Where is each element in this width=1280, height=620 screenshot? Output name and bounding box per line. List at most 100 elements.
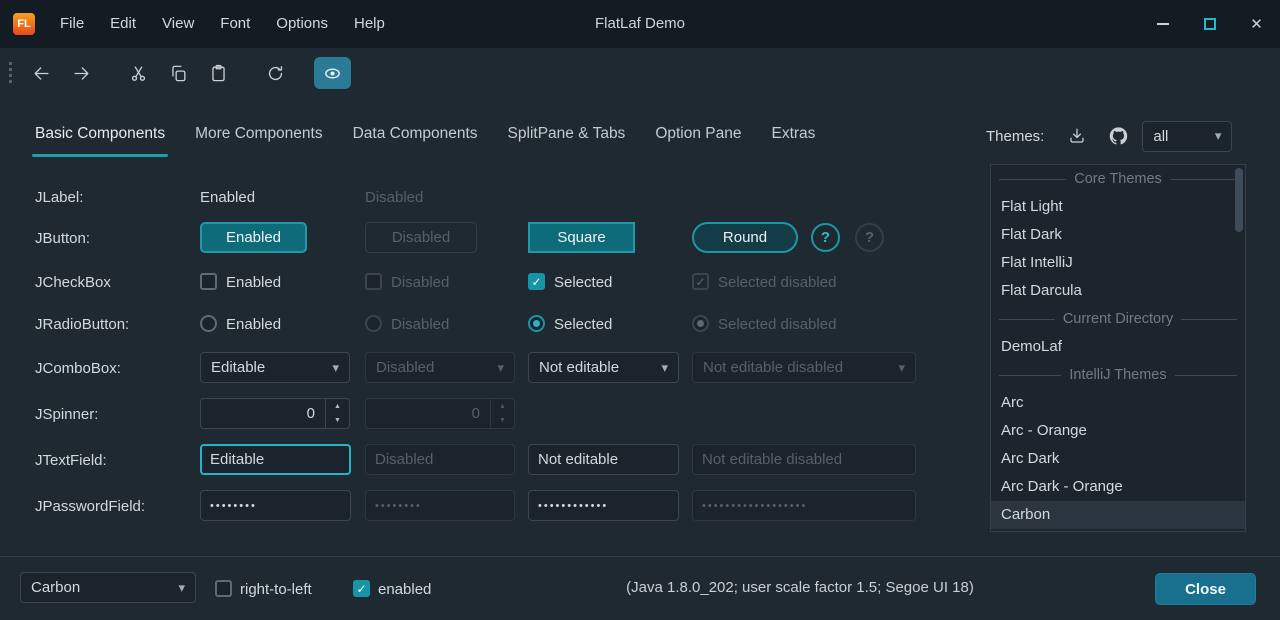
spinner-up-icon[interactable]: ▲ (326, 399, 349, 414)
menu-view[interactable]: View (149, 0, 207, 48)
spinner-value: 0 (366, 399, 490, 428)
theme-list-item[interactable]: DemoLaf (991, 333, 1245, 361)
download-icon (1068, 127, 1086, 145)
tab-splitpane-tabs[interactable]: SplitPane & Tabs (493, 112, 641, 160)
passwordfield-not-editable-disabled: •••••••••••••••••• (692, 490, 916, 521)
enabled-label[interactable]: enabled (378, 581, 431, 598)
combobox-not-editable[interactable]: Not editable ▾ (528, 352, 679, 383)
combobox-disabled: Disabled ▾ (365, 352, 515, 383)
right-to-left-checkbox[interactable] (215, 580, 232, 597)
password-dots: •••••••••••• (538, 500, 608, 512)
password-dots: •••••••• (210, 500, 257, 512)
theme-combobox[interactable]: Carbon ▾ (20, 572, 196, 603)
refresh-button[interactable] (257, 57, 294, 89)
theme-list-item[interactable]: Flat IntelliJ (991, 249, 1245, 277)
radio-selected-label[interactable]: Selected (554, 316, 612, 333)
passwordfield-disabled: •••••••• (365, 490, 515, 521)
checkbox-enabled[interactable] (200, 273, 217, 290)
jbutton-enabled[interactable]: Enabled (200, 222, 307, 253)
flatlaf-demo-window: FL File Edit View Font Options Help Flat… (0, 0, 1280, 620)
separator-label: IntelliJ Themes (1061, 367, 1174, 383)
themes-label: Themes: (986, 128, 1044, 145)
titlebar: FL File Edit View Font Options Help Flat… (0, 0, 1280, 48)
radio-selected[interactable] (528, 315, 545, 332)
theme-list-item[interactable]: Flat Dark (991, 221, 1245, 249)
theme-list-item[interactable]: Arc (991, 389, 1245, 417)
right-to-left-label[interactable]: right-to-left (240, 581, 312, 598)
password-dots: •••••••••••••••••• (702, 500, 807, 512)
passwordfield-editable[interactable]: •••••••• (200, 490, 351, 521)
paste-button[interactable] (200, 57, 237, 89)
back-button[interactable] (23, 57, 60, 89)
eye-toggle-button[interactable] (314, 57, 351, 89)
download-themes-button[interactable] (1060, 121, 1094, 151)
jbutton-square[interactable]: Square (528, 222, 635, 253)
jlabel-enabled: Enabled (200, 189, 255, 206)
theme-list-item[interactable]: Flat Darcula (991, 277, 1245, 305)
textfield-value: Editable (210, 451, 264, 468)
jcheckbox-row-label: JCheckBox (35, 274, 111, 291)
theme-list-item[interactable]: Arc Dark - Orange (991, 473, 1245, 501)
app-logo-icon: FL (13, 13, 35, 35)
theme-list-item[interactable]: Arc - Orange (991, 417, 1245, 445)
jpasswordfield-row-label: JPasswordField: (35, 498, 145, 515)
separator-label: Core Themes (1066, 171, 1170, 187)
tab-data-components[interactable]: Data Components (338, 112, 493, 160)
chevron-down-icon: ▾ (332, 360, 339, 376)
spinner-buttons[interactable]: ▲ ▼ (325, 399, 349, 428)
passwordfield-not-editable[interactable]: •••••••••••• (528, 490, 679, 521)
checkbox-selected[interactable]: ✓ (528, 273, 545, 290)
cut-button[interactable] (120, 57, 157, 89)
spinner-up-icon: ▲ (491, 399, 514, 414)
theme-list-item-selected[interactable]: Carbon (991, 501, 1245, 529)
spinner-down-icon[interactable]: ▼ (326, 414, 349, 429)
tab-extras[interactable]: Extras (757, 112, 831, 160)
theme-list-item[interactable]: Flat Light (991, 193, 1245, 221)
textfield-value: Not editable (538, 451, 618, 468)
theme-list-separator: Current Directory (991, 305, 1245, 333)
radio-enabled-label[interactable]: Enabled (226, 316, 281, 333)
tab-more-components[interactable]: More Components (180, 112, 338, 160)
enabled-checkbox[interactable]: ✓ (353, 580, 370, 597)
theme-list-item[interactable]: Arc Dark (991, 445, 1245, 473)
paste-icon (209, 64, 228, 83)
tab-option-pane[interactable]: Option Pane (640, 112, 756, 160)
close-window-button[interactable]: ✕ (1233, 0, 1280, 48)
scissors-icon (129, 64, 148, 83)
checkbox-selected-disabled: ✓ (692, 273, 709, 290)
eye-icon (323, 64, 342, 83)
menu-edit[interactable]: Edit (97, 0, 149, 48)
jbutton-help[interactable]: ? (811, 223, 840, 252)
radio-enabled[interactable] (200, 315, 217, 332)
textfield-editable[interactable]: Editable (200, 444, 351, 475)
menu-file[interactable]: File (47, 0, 97, 48)
theme-filter-combobox[interactable]: all ▾ (1142, 121, 1232, 152)
menu-options[interactable]: Options (263, 0, 341, 48)
spinner-enabled[interactable]: 0 ▲ ▼ (200, 398, 350, 429)
copy-button[interactable] (160, 57, 197, 89)
jbutton-round[interactable]: Round (692, 222, 798, 253)
textfield-not-editable[interactable]: Not editable (528, 444, 679, 475)
combobox-value: Disabled (376, 359, 489, 376)
maximize-button[interactable] (1186, 0, 1233, 48)
chevron-down-icon: ▾ (1215, 128, 1222, 144)
minimize-button[interactable] (1139, 0, 1186, 48)
textfield-not-editable-disabled: Not editable disabled (692, 444, 916, 475)
menu-font[interactable]: Font (207, 0, 263, 48)
combobox-value: Not editable (539, 359, 653, 376)
jlabel-disabled: Disabled (365, 189, 423, 206)
textfield-disabled: Disabled (365, 444, 515, 475)
close-dialog-button[interactable]: Close (1155, 573, 1256, 605)
theme-list-scrollbar[interactable] (1235, 168, 1243, 232)
checkbox-enabled-label[interactable]: Enabled (226, 274, 281, 291)
radio-selected-disabled (692, 315, 709, 332)
checkbox-selected-label[interactable]: Selected (554, 274, 612, 291)
toolbar-grip[interactable] (9, 62, 12, 84)
window-title: FlatLaf Demo (595, 0, 685, 48)
combobox-editable[interactable]: Editable ▾ (200, 352, 350, 383)
forward-button[interactable] (63, 57, 100, 89)
menu-help[interactable]: Help (341, 0, 398, 48)
combobox-value: Not editable disabled (703, 359, 890, 376)
github-button[interactable] (1101, 121, 1135, 151)
tab-basic-components[interactable]: Basic Components (20, 112, 180, 160)
